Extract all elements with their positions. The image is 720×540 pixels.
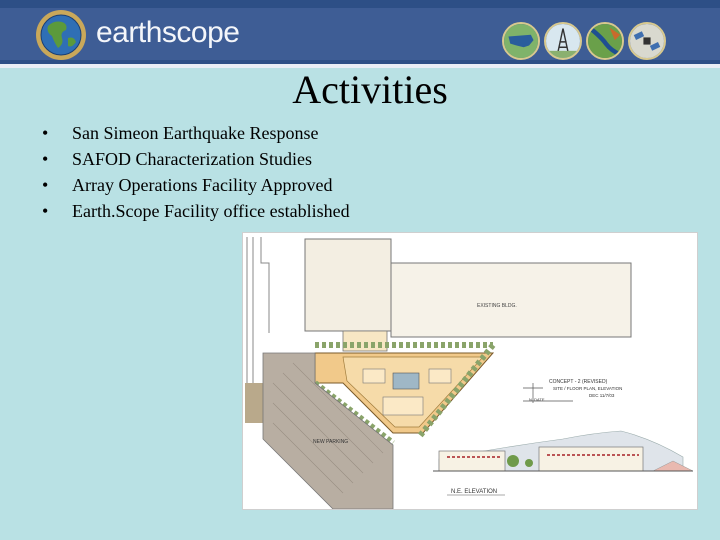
bullet-marker: • [42, 149, 49, 169]
elevation-left-building [438, 450, 506, 472]
list-item: • Array Operations Facility Approved [42, 172, 350, 198]
earth-globe-icon [36, 10, 86, 60]
satellite-icon [628, 22, 666, 60]
bullet-marker: • [42, 123, 49, 143]
elevation-right-building [538, 446, 644, 472]
bullet-marker: • [42, 201, 49, 221]
bullet-text: Array Operations Facility Approved [72, 175, 333, 195]
trees-left [245, 383, 263, 423]
site-label: SITE / FLOOR PLAN, ELEVATION [553, 386, 622, 391]
site-plan-drawing: EXISTING BLDG. NEW PARKING CONCEPT - 2 (… [242, 232, 698, 510]
bullet-text: SAFOD Characterization Studies [72, 149, 312, 169]
existing-building [390, 262, 632, 338]
slide-title-text: Activities [292, 67, 448, 112]
elevation-label: N.E. ELEVATION [451, 489, 497, 495]
bullet-text: Earth.Scope Facility office established [72, 201, 350, 221]
concept-label: CONCEPT - 2 (REVISED) [549, 379, 608, 385]
fault-line-icon [586, 22, 624, 60]
list-item: • Earth.Scope Facility office established [42, 198, 350, 224]
list-item: • San Simeon Earthquake Response [42, 120, 350, 146]
existing-building-label: EXISTING BLDG. [477, 303, 517, 309]
bullet-marker: • [42, 175, 49, 195]
bullet-text: San Simeon Earthquake Response [72, 123, 319, 143]
list-item: • SAFOD Characterization Studies [42, 146, 350, 172]
usa-map-icon [502, 22, 540, 60]
logo-text: earthscope [96, 16, 240, 49]
bullet-list: • San Simeon Earthquake Response • SAFOD C… [42, 120, 350, 224]
date-label: DEC 11/7/03 [589, 393, 615, 398]
drill-rig-icon [544, 22, 582, 60]
header-bar: earthscope [0, 0, 720, 68]
existing-building-west [304, 238, 392, 332]
slide-title: Activities [0, 66, 720, 113]
parking-label: NEW PARKING [313, 439, 348, 445]
site-plan-svg: EXISTING BLDG. NEW PARKING CONCEPT - 2 (… [245, 237, 694, 509]
